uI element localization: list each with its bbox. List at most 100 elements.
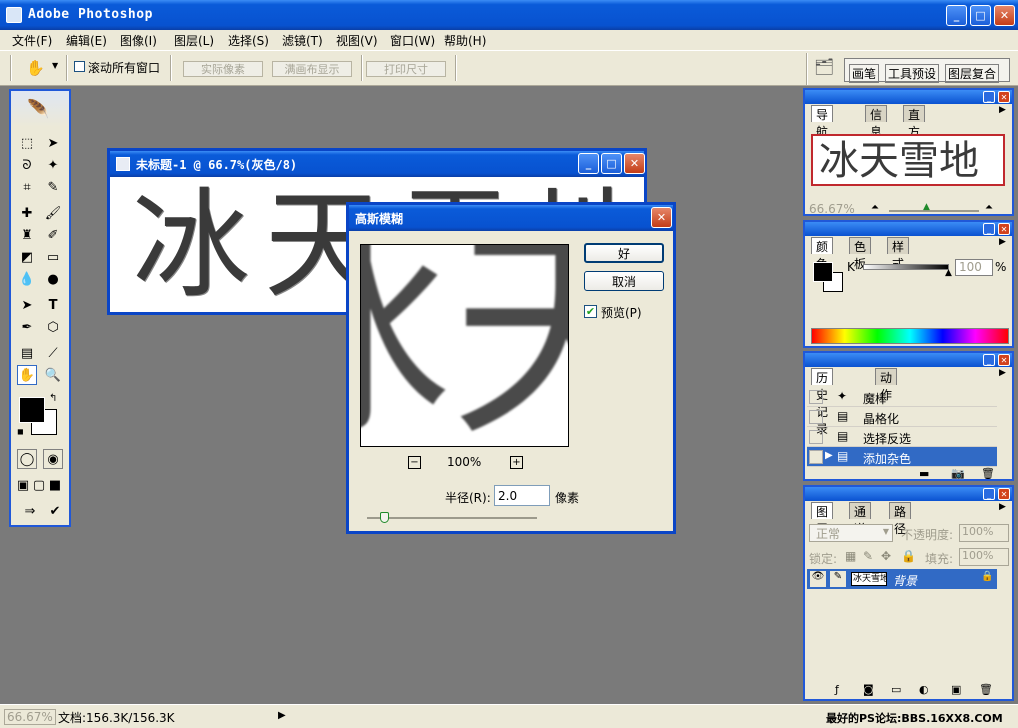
gradient-tool-icon[interactable]: ▭ <box>43 247 63 267</box>
document-minimize-button[interactable]: _ <box>578 153 599 174</box>
history-item[interactable]: ✦ 魔棒 <box>807 387 997 407</box>
status-menu-arrow-icon[interactable]: ▶ <box>278 710 286 721</box>
document-close-button[interactable]: ✕ <box>624 153 645 174</box>
blur-preview-area[interactable]: 冰天雪地 <box>360 244 569 447</box>
scroll-all-checkbox[interactable] <box>74 61 85 72</box>
new-group-icon[interactable]: ▭ <box>891 683 901 696</box>
menu-image[interactable]: 图像(I) <box>120 32 157 49</box>
dialog-close-button[interactable]: ✕ <box>651 207 672 228</box>
opacity-field[interactable]: 100% <box>959 524 1009 542</box>
tab-paths[interactable]: 路径 <box>889 502 912 536</box>
swap-colors-icon[interactable]: ↰ <box>49 393 57 404</box>
menu-window[interactable]: 窗口(W) <box>390 32 435 49</box>
panel-minimize-button[interactable]: _ <box>983 488 995 500</box>
lock-image-icon[interactable]: ✎ <box>863 549 873 563</box>
healing-brush-tool-icon[interactable]: ✚ <box>17 203 37 223</box>
layer-thumbnail[interactable]: 冰天雪地 <box>851 572 887 586</box>
status-zoom-field[interactable]: 66.67% <box>4 709 56 725</box>
screen-mode-full-icon[interactable]: ■ <box>47 475 63 495</box>
radius-input[interactable] <box>494 485 550 506</box>
move-tool-icon[interactable]: ➤ <box>43 133 63 153</box>
layer-visibility-eye-icon[interactable]: 👁 <box>810 571 826 587</box>
history-brush-source-box[interactable] <box>809 430 823 444</box>
tab-styles[interactable]: 样式 <box>887 237 910 271</box>
k-slider-thumb[interactable]: ▲ <box>945 268 952 278</box>
trash-icon[interactable]: 🗑 <box>981 467 995 480</box>
menu-view[interactable]: 视图(V) <box>336 32 378 49</box>
menu-help[interactable]: 帮助(H) <box>444 32 486 49</box>
options-grip[interactable] <box>10 55 12 81</box>
pen-tool-icon[interactable]: ✒ <box>17 317 37 337</box>
fill-field[interactable]: 100% <box>959 548 1009 566</box>
navigator-zoom-field[interactable]: 66.67% <box>809 202 855 216</box>
palette-well-tool-presets-tab[interactable]: 工具预设 <box>885 64 940 83</box>
type-tool-icon[interactable]: T <box>43 295 63 315</box>
trash-icon[interactable]: 🗑 <box>979 683 993 696</box>
tab-navigator[interactable]: 导航器 <box>811 105 834 156</box>
add-layer-style-icon[interactable]: ƒ <box>835 683 839 696</box>
panel-titlebar[interactable]: _ ✕ <box>805 353 1012 367</box>
foreground-color-swatch[interactable] <box>19 397 45 423</box>
panel-menu-icon[interactable]: ▶ <box>999 237 1006 247</box>
tab-swatches[interactable]: 色板 <box>849 237 872 271</box>
tab-layers[interactable]: 图层 <box>811 502 834 536</box>
palette-well-brushes-tab[interactable]: 画笔 <box>849 64 880 83</box>
navigator-zoom-slider[interactable] <box>889 210 979 212</box>
menu-select[interactable]: 选择(S) <box>228 32 269 49</box>
blend-mode-select[interactable]: 正常 ▼ <box>809 524 893 542</box>
zoom-tool-icon[interactable]: 🔍 <box>43 365 63 385</box>
navigator-zoom-out-icon[interactable]: ⏶ <box>871 202 879 213</box>
panel-titlebar[interactable]: _ ✕ <box>805 487 1012 501</box>
panel-menu-icon[interactable]: ▶ <box>999 368 1006 378</box>
chevron-down-icon[interactable]: ▼ <box>52 61 58 70</box>
panel-close-button[interactable]: ✕ <box>998 354 1010 366</box>
menu-layer[interactable]: 图层(L) <box>174 32 214 49</box>
lasso-tool-icon[interactable]: ᘐ <box>17 155 37 175</box>
print-size-button[interactable]: 打印尺寸 <box>366 61 446 77</box>
document-titlebar[interactable]: 未标题-1 @ 66.7%(灰色/8) _ □ ✕ <box>110 151 645 177</box>
screen-mode-standard-icon[interactable]: ▣ <box>15 475 31 495</box>
eyedropper-tool-icon[interactable]: ⟋ <box>43 343 63 363</box>
new-adjustment-layer-icon[interactable]: ◐ <box>919 683 929 696</box>
marquee-tool-icon[interactable]: ⬚ <box>17 133 37 153</box>
panel-minimize-button[interactable]: _ <box>983 91 995 103</box>
panel-minimize-button[interactable]: _ <box>983 223 995 235</box>
hand-tool-icon[interactable]: ✋ <box>17 365 37 385</box>
k-value-field[interactable]: 100 <box>955 259 993 276</box>
history-state-slider-icon[interactable]: ▶ <box>825 450 833 461</box>
k-slider-track[interactable] <box>863 264 949 270</box>
dodge-tool-icon[interactable]: ● <box>43 269 63 289</box>
shape-tool-icon[interactable]: ⬡ <box>43 317 63 337</box>
layer-brush-icon[interactable]: ✎ <box>830 571 846 587</box>
add-mask-icon[interactable]: ◙ <box>863 683 874 696</box>
color-ramp[interactable] <box>811 328 1009 344</box>
lock-all-icon[interactable]: 🔒 <box>901 549 916 563</box>
zoom-in-icon[interactable]: + <box>510 456 523 469</box>
maximize-button[interactable]: □ <box>970 5 991 26</box>
preview-checkbox[interactable]: ✔ <box>584 305 597 318</box>
panel-close-button[interactable]: ✕ <box>998 223 1010 235</box>
actual-pixels-button[interactable]: 实际像素 <box>183 61 263 77</box>
crop-tool-icon[interactable]: ⌗ <box>17 177 37 197</box>
new-document-from-state-icon[interactable]: ▬ <box>919 467 929 480</box>
imageready-icon[interactable]: ✔ <box>45 501 65 521</box>
tab-histogram[interactable]: 直方图 <box>903 105 926 156</box>
history-item[interactable]: ▤ 晶格化 <box>807 407 997 427</box>
file-browser-icon[interactable]: 🗂 <box>814 57 834 76</box>
history-brush-source-box[interactable] <box>809 390 823 404</box>
brush-tool-icon[interactable]: 🖌 <box>43 203 63 223</box>
history-brush-source-box[interactable] <box>809 450 823 464</box>
dialog-titlebar[interactable]: 高斯模糊 ✕ <box>349 205 673 231</box>
color-fg-swatch[interactable] <box>813 262 833 282</box>
layer-row-background[interactable]: 👁 ✎ 冰天雪地 背景 🔒 <box>807 569 997 589</box>
ok-button[interactable]: 好 <box>584 243 664 263</box>
lock-transparent-icon[interactable]: ▦ <box>845 549 856 563</box>
hand-tool-preset-icon[interactable]: ✋ <box>26 59 45 77</box>
blur-tool-icon[interactable]: 💧 <box>17 269 37 289</box>
quick-mask-mode-icon[interactable]: ◉ <box>43 449 63 469</box>
standard-mode-icon[interactable]: ◯ <box>17 449 37 469</box>
panel-menu-icon[interactable]: ▶ <box>999 502 1006 512</box>
menu-edit[interactable]: 编辑(E) <box>66 32 107 49</box>
panel-titlebar[interactable]: _ ✕ <box>805 222 1012 236</box>
toolbox-header[interactable]: 🪶 <box>11 91 69 127</box>
